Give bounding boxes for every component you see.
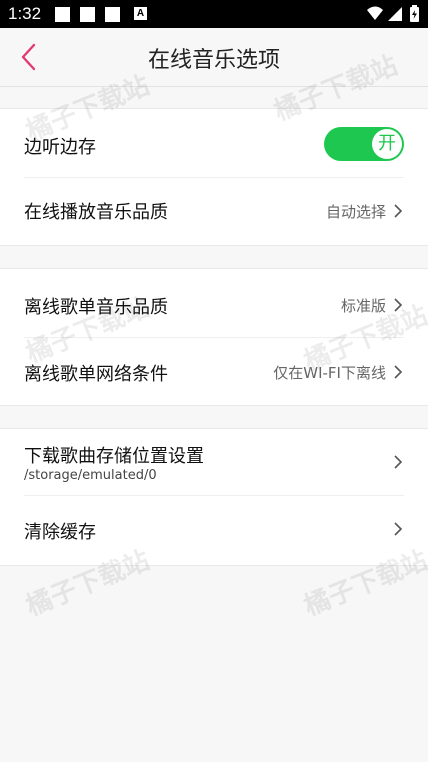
chevron-right-icon xyxy=(394,204,403,218)
notification-icon xyxy=(55,7,70,22)
wifi-icon xyxy=(367,6,383,20)
toggle-knob: 开 xyxy=(372,129,402,159)
row-value: 自动选择 xyxy=(325,203,386,221)
row-storage-location[interactable]: 下载歌曲存储位置设置 /storage/emulated/0 xyxy=(24,429,428,495)
section-storage: 下载歌曲存储位置设置 /storage/emulated/0 清除缓存 xyxy=(0,428,428,566)
chevron-right-icon xyxy=(394,522,403,536)
row-label: 清除缓存 xyxy=(24,522,96,543)
row-label: 下载歌曲存储位置设置 xyxy=(24,446,204,467)
chevron-right-icon xyxy=(394,365,403,379)
status-bar: 1:32 A xyxy=(0,0,428,28)
storage-path: /storage/emulated/0 xyxy=(24,468,157,483)
status-time: 1:32 xyxy=(8,4,42,23)
listen-save-toggle[interactable]: 开 xyxy=(324,127,404,161)
row-online-quality[interactable]: 在线播放音乐品质 自动选择 xyxy=(24,178,428,244)
status-icons xyxy=(367,5,419,22)
row-clear-cache[interactable]: 清除缓存 xyxy=(24,496,428,562)
notification-icon xyxy=(105,7,120,22)
a-icon: A xyxy=(134,7,147,20)
chevron-right-icon xyxy=(394,455,403,469)
signal-icon xyxy=(388,7,402,21)
row-label: 在线播放音乐品质 xyxy=(24,202,168,223)
notification-icon xyxy=(80,7,95,22)
